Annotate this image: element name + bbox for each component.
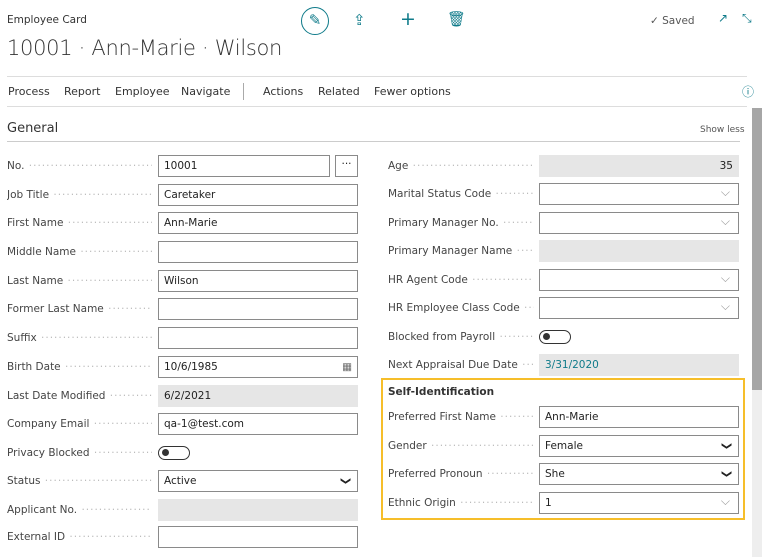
field-label: Suffix bbox=[7, 332, 152, 344]
primary-manager-no-input[interactable] bbox=[539, 212, 739, 234]
field-label: External ID bbox=[7, 531, 152, 543]
field-label: Marital Status Code bbox=[388, 188, 534, 200]
job-title-input[interactable]: Caretaker bbox=[158, 184, 358, 206]
marital-status-code-input[interactable] bbox=[539, 183, 739, 205]
self-identification-group bbox=[381, 378, 745, 520]
action-fewer-options[interactable]: Fewer options bbox=[374, 85, 451, 98]
action-process[interactable]: Process bbox=[8, 85, 50, 98]
action-related[interactable]: Related bbox=[318, 85, 360, 98]
field-label: Primary Manager No. bbox=[388, 217, 534, 229]
status-input[interactable]: Active bbox=[158, 470, 358, 492]
last-name-input[interactable]: Wilson bbox=[158, 270, 358, 292]
birth-date-input[interactable]: 10/6/1985 ▦ bbox=[158, 356, 358, 378]
field-label: Applicant No. bbox=[7, 504, 152, 516]
field-value: Caretaker bbox=[164, 189, 216, 201]
action-separator bbox=[243, 83, 244, 100]
field-label: Job Title bbox=[7, 189, 152, 201]
field-value: 35 bbox=[719, 160, 733, 172]
field-value: Active bbox=[164, 475, 197, 487]
open-new-window-icon[interactable]: ↗ bbox=[718, 11, 728, 25]
field-label: Former Last Name bbox=[7, 303, 152, 315]
delete-icon[interactable]: 🗑 bbox=[447, 10, 466, 28]
age-input: 35 bbox=[539, 155, 739, 177]
field-label: First Name bbox=[7, 217, 152, 229]
show-less-link[interactable]: Show less bbox=[700, 125, 745, 135]
field-label: Next Appraisal Due Date bbox=[388, 359, 534, 371]
former-last-name-input[interactable] bbox=[158, 298, 358, 320]
field-label: Company Email bbox=[7, 418, 152, 430]
applicant-no-input bbox=[158, 499, 358, 521]
share-icon[interactable]: ⇪ bbox=[353, 11, 366, 29]
primary-manager-name-input bbox=[539, 240, 739, 262]
saved-status: ✓ Saved bbox=[650, 15, 695, 27]
no-input[interactable]: 10001 bbox=[158, 155, 330, 177]
middle-name-input[interactable] bbox=[158, 241, 358, 263]
field-value: 6/2/2021 bbox=[164, 390, 212, 402]
divider bbox=[7, 76, 747, 77]
first-name-input[interactable]: Ann-Marie bbox=[158, 212, 358, 234]
field-label: HR Employee Class Code bbox=[388, 302, 534, 314]
field-label: Last Date Modified bbox=[7, 390, 152, 402]
info-icon[interactable]: ⓘ bbox=[742, 83, 754, 100]
toggle-switch[interactable] bbox=[158, 446, 190, 460]
field-value: qa-1@test.com bbox=[164, 418, 244, 430]
field-label: HR Agent Code bbox=[388, 274, 534, 286]
collapse-icon[interactable]: ⤡ bbox=[742, 11, 752, 26]
pencil-icon: ✎ bbox=[308, 11, 322, 29]
external-id-input[interactable] bbox=[158, 526, 358, 548]
action-actions[interactable]: Actions bbox=[263, 85, 303, 98]
field-value: 10/6/1985 bbox=[164, 361, 218, 373]
hr-agent-code-input[interactable] bbox=[539, 269, 739, 291]
field-label: Primary Manager Name bbox=[388, 245, 534, 257]
last-date-modified-input: 6/2/2021 bbox=[158, 385, 358, 407]
field-label: Birth Date bbox=[7, 361, 152, 373]
field-label: Blocked from Payroll bbox=[388, 331, 534, 343]
company-email-input[interactable]: qa-1@test.com bbox=[158, 413, 358, 435]
divider bbox=[7, 141, 740, 142]
page-title: 10001 · Ann-Marie · Wilson bbox=[7, 36, 283, 60]
field-label: Status bbox=[7, 475, 152, 487]
scrollbar-thumb[interactable] bbox=[752, 108, 762, 390]
toggle-switch[interactable] bbox=[539, 330, 571, 344]
self-identification-title: Self-Identification bbox=[388, 386, 495, 398]
field-label: Last Name bbox=[7, 275, 152, 287]
page-caption: Employee Card bbox=[7, 14, 87, 26]
hr-employee-class-code-input[interactable] bbox=[539, 297, 739, 319]
calendar-icon[interactable]: ▦ bbox=[342, 360, 352, 374]
field-label: Age bbox=[388, 160, 534, 172]
field-label: No. bbox=[7, 160, 152, 172]
field-label: Middle Name bbox=[7, 246, 152, 258]
field-value: Wilson bbox=[164, 275, 199, 287]
field-value: 3/31/2020 bbox=[545, 359, 599, 371]
field-label: Privacy Blocked bbox=[7, 447, 152, 459]
new-icon[interactable]: + bbox=[400, 8, 416, 30]
assist-edit-button[interactable]: ··· bbox=[335, 155, 358, 177]
edit-button[interactable]: ✎ bbox=[301, 7, 329, 35]
action-employee[interactable]: Employee bbox=[115, 85, 169, 98]
section-title-general: General bbox=[7, 121, 59, 136]
field-value: Ann-Marie bbox=[164, 217, 218, 229]
next-appraisal-due-date-input: 3/31/2020 bbox=[539, 354, 739, 376]
field-value: 10001 bbox=[164, 160, 198, 172]
action-navigate[interactable]: Navigate bbox=[181, 85, 230, 98]
divider bbox=[7, 106, 747, 107]
action-report[interactable]: Report bbox=[64, 85, 100, 98]
suffix-input[interactable] bbox=[158, 327, 358, 349]
